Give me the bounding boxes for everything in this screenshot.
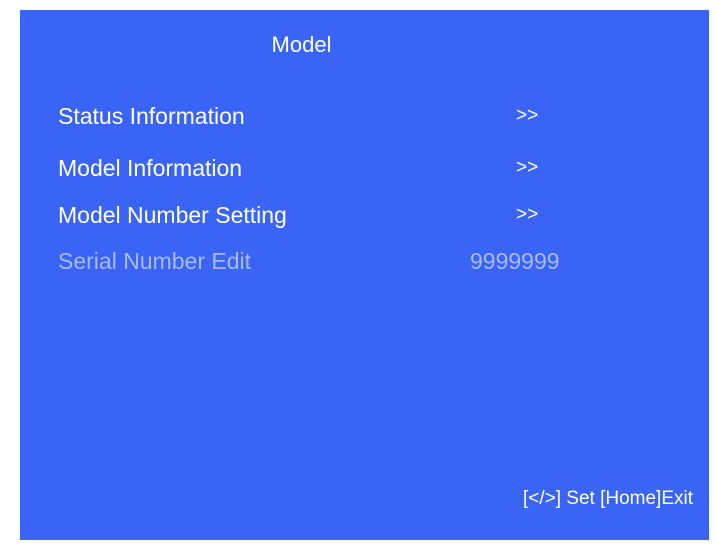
menu-item-label: Status Information bbox=[58, 103, 245, 129]
serial-number-value: 9999999 bbox=[470, 248, 560, 274]
menu-item-label: Serial Number Edit bbox=[58, 248, 252, 274]
menu-item-label: Model Number Setting bbox=[58, 202, 287, 228]
submenu-arrow-icon: >> bbox=[516, 105, 539, 126]
key-hint-footer: [</>] Set [Home]Exit bbox=[522, 488, 693, 509]
submenu-arrow-icon: >> bbox=[516, 157, 539, 178]
menu-item-status-information[interactable]: Status Information >> bbox=[58, 98, 658, 134]
osd-menu-panel: Model Status Information >> Model Inform… bbox=[20, 10, 709, 540]
menu-item-model-number-setting[interactable]: Model Number Setting >> bbox=[58, 197, 658, 233]
menu-title: Model bbox=[271, 32, 332, 57]
menu-item-label: Model Information bbox=[58, 155, 243, 181]
menu-item-serial-number-edit: Serial Number Edit 9999999 bbox=[58, 243, 658, 279]
submenu-arrow-icon: >> bbox=[516, 204, 539, 225]
menu-item-model-information[interactable]: Model Information >> bbox=[58, 150, 658, 186]
